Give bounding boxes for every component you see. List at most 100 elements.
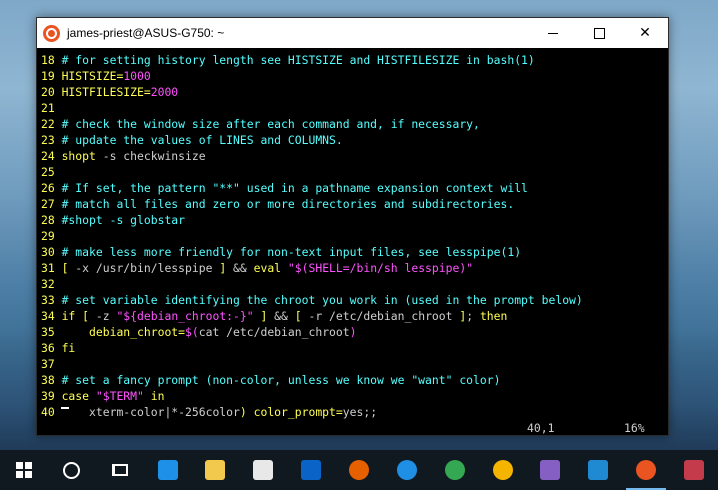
edge-icon	[157, 460, 178, 480]
close-icon: ✕	[639, 25, 651, 41]
task-view-button[interactable]	[96, 450, 144, 490]
terminal-line: 37	[41, 356, 650, 372]
edge-button[interactable]	[144, 450, 192, 490]
close-button[interactable]: ✕	[622, 18, 668, 48]
line-number: 32	[41, 277, 62, 291]
code-text: shopt	[61, 149, 96, 163]
folder-icon	[205, 460, 226, 480]
terminal-line: 22 # check the window size after each co…	[41, 116, 650, 132]
code-text: -x /usr/bin/lesspipe	[68, 261, 220, 275]
terminal-line: 32	[41, 276, 650, 292]
terminal-line: 25	[41, 164, 650, 180]
app-icon	[683, 460, 704, 480]
code-text: [	[294, 309, 302, 323]
code-text: "$TERM"	[95, 389, 144, 403]
ubuntu-icon[interactable]	[43, 24, 60, 42]
chrome-canary-icon	[492, 460, 513, 480]
firefox-dev-button[interactable]	[383, 450, 431, 490]
code-text: &&	[267, 309, 295, 323]
code-text: # match all files and zero or more direc…	[61, 197, 515, 211]
line-number: 35	[41, 325, 62, 339]
terminal-line: 26 # If set, the pattern "**" used in a …	[41, 180, 650, 196]
file-explorer-button[interactable]	[191, 450, 239, 490]
code-text: 1000	[123, 69, 151, 83]
terminal-line: 29	[41, 228, 650, 244]
ubuntu-button[interactable]	[622, 450, 670, 490]
outlook-icon	[301, 460, 322, 480]
code-text: # update the values of LINES and COLUMNS…	[61, 133, 343, 147]
terminal-line: 19 HISTSIZE=1000	[41, 68, 650, 84]
line-number: 33	[41, 293, 62, 307]
code-text: if	[61, 309, 76, 323]
code-text: case	[61, 389, 90, 403]
code-text: fi	[61, 341, 76, 355]
maximize-icon	[593, 27, 605, 39]
terminal-line: 33 # set variable identifying the chroot…	[41, 292, 650, 308]
terminal-line: 24 shopt -s checkwinsize	[41, 148, 650, 164]
scroll-percent: 16%	[624, 421, 645, 435]
extra-app-button[interactable]	[670, 450, 718, 490]
terminal-line: 39 case "$TERM" in	[41, 388, 650, 404]
terminal-line: 20 HISTFILESIZE=2000	[41, 84, 650, 100]
line-number: 27	[41, 197, 62, 211]
vscode-button[interactable]	[574, 450, 622, 490]
vscode-icon	[588, 460, 609, 480]
line-number: 22	[41, 117, 62, 131]
cortana-circle-icon	[63, 461, 81, 479]
chrome-canary-button[interactable]	[479, 450, 527, 490]
cursor-position: 40,1	[527, 421, 555, 435]
line-number: 29	[41, 229, 62, 243]
code-text: "${debian_chroot:-}"	[116, 309, 254, 323]
code-text: in	[150, 389, 165, 403]
code-text: yes;;	[342, 405, 378, 419]
terminal-window[interactable]: james-priest@ASUS-G750: ~ ✕ 18 # for set…	[36, 17, 669, 436]
scrollbar[interactable]	[651, 48, 668, 435]
taskbar	[0, 450, 718, 490]
minimize-button[interactable]	[530, 18, 576, 48]
code-text: "$(SHELL=/bin/sh lesspipe)"	[287, 261, 474, 275]
start-button[interactable]	[0, 450, 48, 490]
line-number: 26	[41, 181, 62, 195]
code-text: )	[239, 405, 247, 419]
code-text: cat /etc/debian_chroot	[198, 325, 350, 339]
line-number: 25	[41, 165, 62, 179]
maximize-button[interactable]	[576, 18, 622, 48]
code-text: # set variable identifying the chroot yo…	[61, 293, 583, 307]
terminal-line: 18 # for setting history length see HIST…	[41, 52, 650, 68]
terminal-line: 38 # set a fancy prompt (non-color, unle…	[41, 372, 650, 388]
outlook-button[interactable]	[287, 450, 335, 490]
visual-studio-button[interactable]	[526, 450, 574, 490]
code-text: # check the window size after each comma…	[61, 117, 480, 131]
minimize-icon	[548, 32, 558, 34]
code-text: eval	[253, 261, 282, 275]
text-cursor	[61, 407, 69, 409]
terminal-line: 40 xterm-color|*-256color) color_prompt=…	[41, 404, 650, 420]
terminal-line: 36 fi	[41, 340, 650, 356]
code-text: # make less more friendly for non-text i…	[61, 245, 522, 259]
chrome-button[interactable]	[431, 450, 479, 490]
store-button[interactable]	[239, 450, 287, 490]
code-text: # for setting history length see HISTSIZ…	[61, 53, 535, 67]
cortana-button[interactable]	[48, 450, 96, 490]
code-text: #shopt -s globstar	[61, 213, 186, 227]
terminal-line: 27 # match all files and zero or more di…	[41, 196, 650, 212]
title-bar[interactable]: james-priest@ASUS-G750: ~ ✕	[37, 18, 668, 48]
vim-status-bar: 40,1 16%	[41, 421, 650, 437]
firefox-button[interactable]	[335, 450, 383, 490]
line-number: 21	[41, 101, 62, 115]
terminal-line: 34 if [ -z "${debian_chroot:-}" ] && [ -…	[41, 308, 650, 324]
code-text: color_prompt=	[253, 405, 343, 419]
line-number: 30	[41, 245, 62, 259]
code-text: # If set, the pattern "**" used in a pat…	[61, 181, 528, 195]
terminal-content[interactable]: 18 # for setting history length see HIST…	[41, 49, 650, 435]
code-text: 2000	[150, 85, 179, 99]
line-number: 18	[41, 53, 62, 67]
code-text: HISTFILESIZE=	[61, 85, 151, 99]
line-number: 36	[41, 341, 62, 355]
code-text: # set a fancy prompt (non-color, unless …	[61, 373, 501, 387]
code-text: [	[82, 309, 90, 323]
code-text: then	[479, 309, 508, 323]
terminal-line: 35 debian_chroot=$(cat /etc/debian_chroo…	[41, 324, 650, 340]
code-text: debian_chroot=	[89, 325, 186, 339]
